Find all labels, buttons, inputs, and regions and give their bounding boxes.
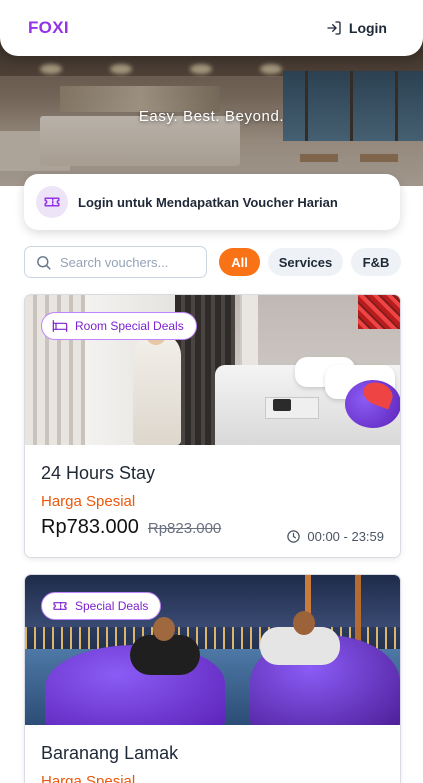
hero-tagline: Easy. Best. Beyond. (138, 108, 285, 125)
login-button[interactable]: Login (326, 20, 387, 36)
voucher-image: Special Deals (25, 575, 400, 725)
ticket-icon (53, 602, 67, 610)
voucher-card[interactable]: Room Special Deals 24 Hours Stay Harga S… (24, 294, 401, 558)
filter-fnb[interactable]: F&B (351, 248, 401, 276)
voucher-banner-text: Login untuk Mendapatkan Voucher Harian (78, 194, 338, 210)
guest-man-head (293, 611, 315, 635)
wall-art (358, 295, 400, 329)
guest-woman (130, 635, 200, 675)
voucher-card[interactable]: Special Deals Baranang Lamak Harga Spesi… (24, 574, 401, 783)
brand-logo[interactable]: FOXI (28, 18, 69, 38)
voucher-original-price: Rp823.000 (147, 520, 222, 537)
voucher-title: Baranang Lamak (41, 743, 179, 763)
voucher-subtitle: Harga Spesial (41, 773, 136, 783)
deal-badge: Room Special Deals (41, 312, 197, 340)
voucher-time: 00:00 - 23:59 (286, 529, 384, 544)
bed-icon (52, 320, 68, 332)
page: Easy. Best. Beyond. FOXI Login Login unt… (0, 0, 423, 783)
hero-banner: Easy. Best. Beyond. (0, 36, 423, 186)
voucher-time-range: 00:00 - 23:59 (307, 529, 384, 544)
filter-services[interactable]: Services (268, 248, 343, 276)
top-navbar: FOXI Login (0, 0, 423, 56)
login-voucher-banner[interactable]: Login untuk Mendapatkan Voucher Harian (24, 174, 400, 230)
guest-in-robe (133, 333, 181, 445)
guest-woman-head (153, 617, 175, 641)
voucher-price: Rp783.000 (41, 516, 139, 538)
login-icon (327, 21, 341, 35)
search-icon (37, 255, 51, 270)
voucher-subtitle: Harga Spesial (41, 493, 136, 510)
clock-icon (287, 530, 301, 543)
search-box[interactable] (24, 246, 207, 278)
deal-badge: Special Deals (41, 592, 162, 620)
search-input[interactable] (60, 254, 190, 270)
ticket-icon (36, 186, 68, 218)
deal-badge-label: Room Special Deals (75, 319, 184, 333)
telephone (273, 399, 291, 411)
voucher-details: Baranang Lamak Harga Spesial (25, 725, 400, 783)
filter-all[interactable]: All (219, 248, 260, 276)
login-label: Login (348, 20, 387, 36)
deal-badge-label: Special Deals (75, 599, 149, 613)
voucher-details: 24 Hours Stay Harga Spesial Rp783.000 Rp… (25, 445, 400, 544)
voucher-image: Room Special Deals (25, 295, 400, 445)
voucher-title: 24 Hours Stay (41, 463, 156, 483)
